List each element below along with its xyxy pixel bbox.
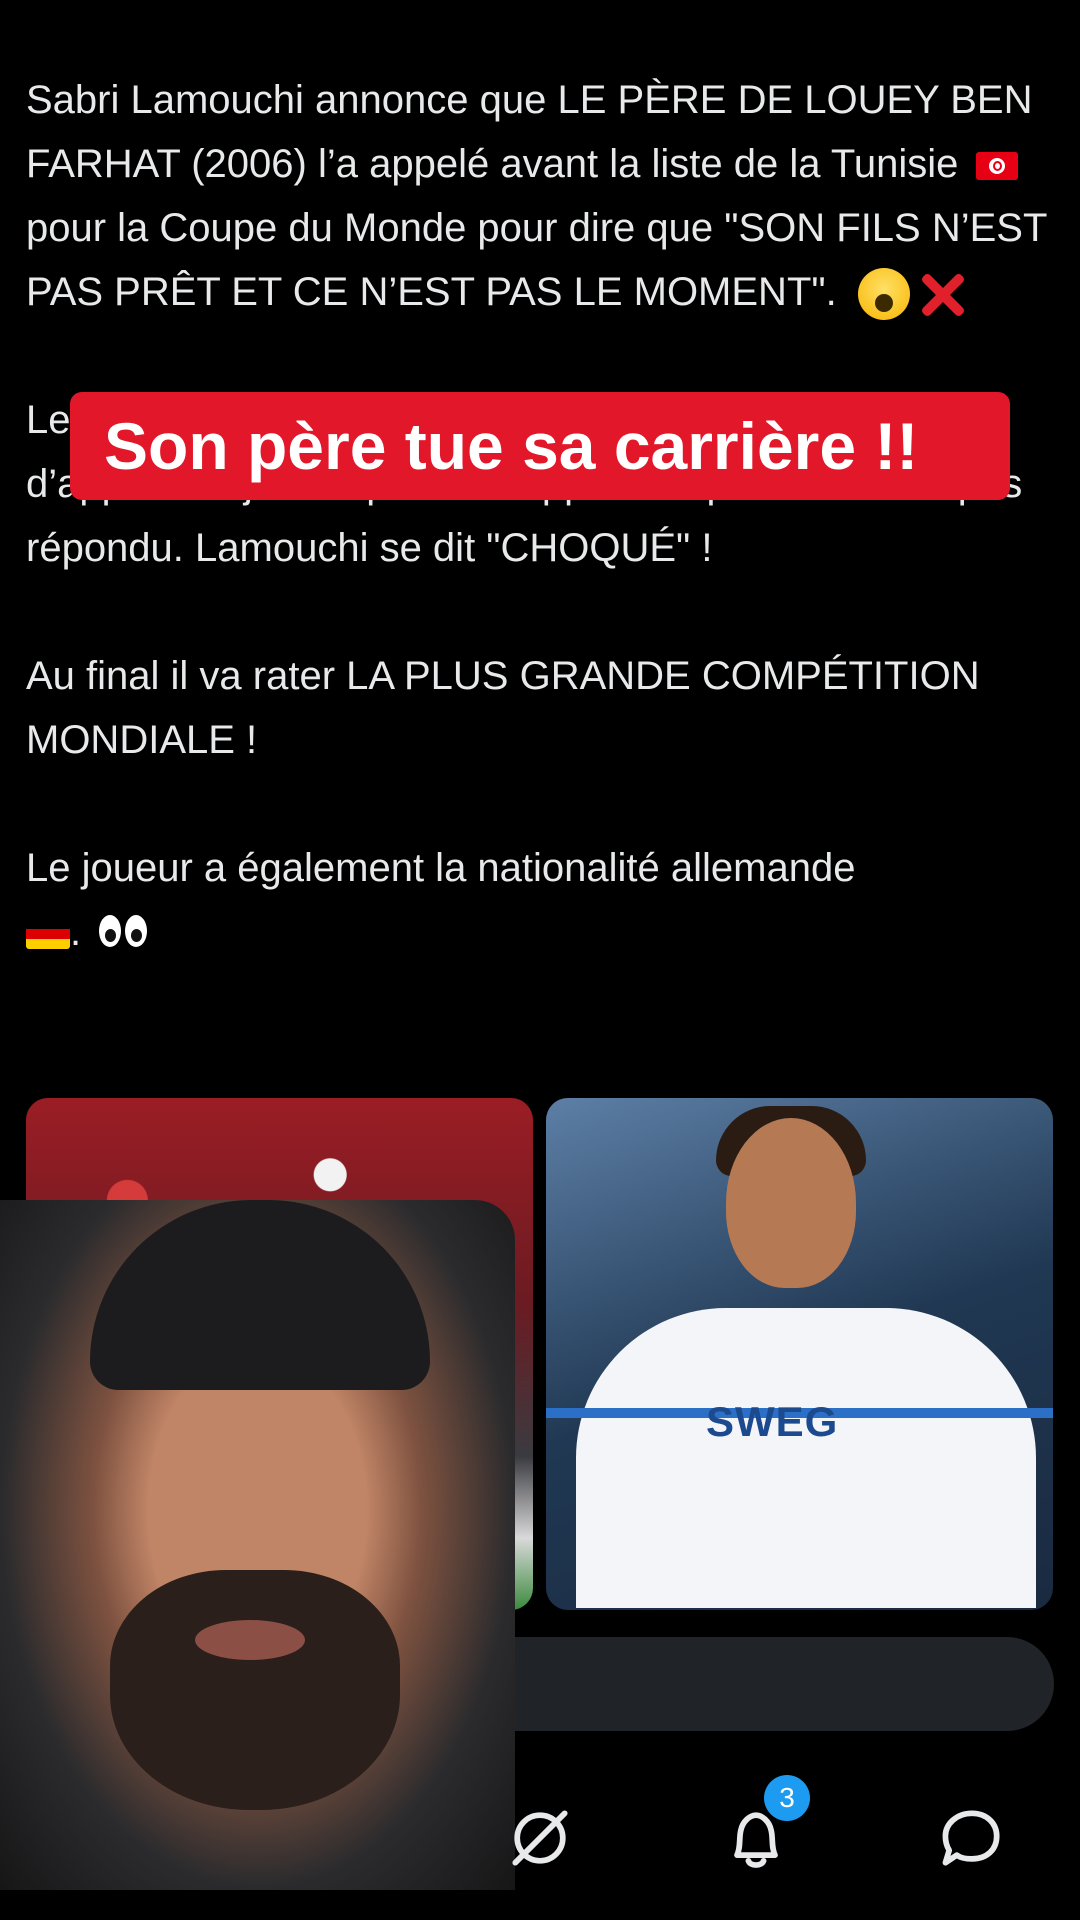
caption-banner: Son père tue sa carrière !!: [70, 392, 1010, 500]
notification-badge: 3: [764, 1775, 810, 1821]
tweet-paragraph-4-text: Le joueur a également la nationalité all…: [26, 846, 856, 890]
player-jersey: [576, 1308, 1036, 1608]
screen: Sabri Lamouchi annonce que LE PÈRE DE LO…: [0, 0, 1080, 1920]
jersey-sponsor: SWEG: [706, 1398, 839, 1445]
cap: [90, 1200, 430, 1390]
grok-icon[interactable]: [502, 1800, 578, 1876]
tweet-paragraph-3: Au final il va rater LA PLUS GRANDE COMP…: [26, 644, 1056, 772]
message-icon[interactable]: [934, 1800, 1010, 1876]
tunisia-flag-icon: [975, 152, 1018, 181]
germany-flag-icon: [26, 919, 70, 950]
tweet-image-right[interactable]: SWEG: [546, 1098, 1053, 1610]
bottom-navigation: 3: [0, 1760, 1080, 1920]
mouth: [195, 1620, 305, 1660]
player-celebration-photo-icon: [726, 1118, 856, 1288]
tweet-paragraph-4-after-flag: .: [70, 910, 82, 954]
tweet-text: Sabri Lamouchi annonce que LE PÈRE DE LO…: [26, 68, 1056, 966]
eyes-icon: [99, 902, 151, 966]
tweet-paragraph-4: Le joueur a également la nationalité all…: [26, 836, 1056, 966]
cross-mark-icon: [916, 268, 968, 320]
screaming-face-icon: [857, 268, 910, 321]
tweet-paragraph-2-lead: Le: [26, 398, 71, 442]
tweet-paragraph-1: Sabri Lamouchi annonce que LE PÈRE DE LO…: [26, 68, 1056, 324]
tweet-paragraph-1-text: Sabri Lamouchi annonce que LE PÈRE DE LO…: [26, 78, 1033, 186]
tweet-paragraph-3-text: Au final il va rater LA PLUS GRANDE COMP…: [26, 654, 980, 762]
